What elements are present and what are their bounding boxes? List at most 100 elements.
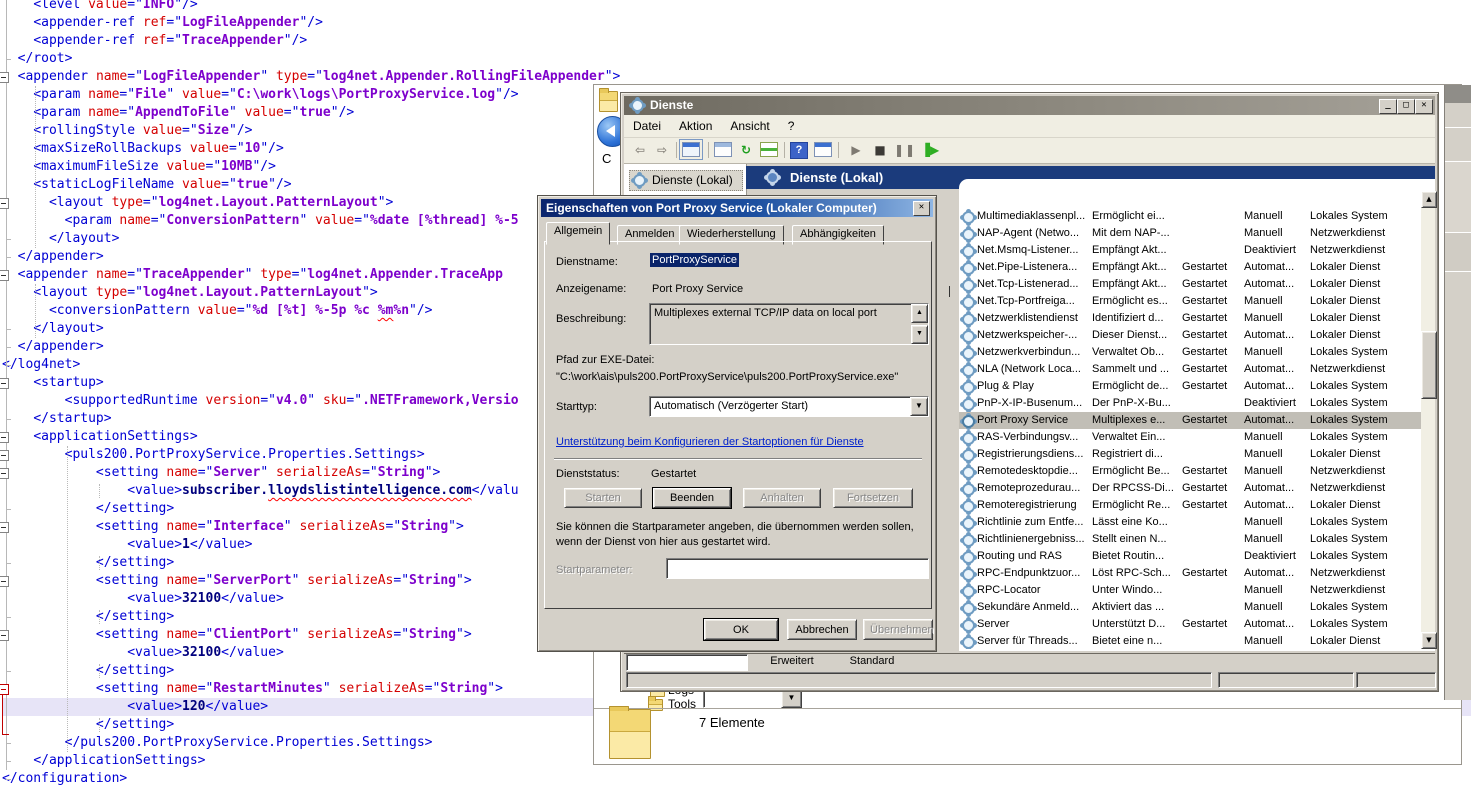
code-fold-toggle-icon[interactable]: [0, 684, 9, 695]
menu-item-?[interactable]: ?: [779, 115, 804, 133]
chevron-down-icon[interactable]: ▼: [910, 397, 928, 416]
service-row[interactable]: Richtlinienergebniss...Stellt einen N...…: [959, 531, 1421, 548]
pause-service-icon[interactable]: ❚❚: [894, 141, 914, 159]
menu-item-datei[interactable]: Datei: [624, 115, 670, 133]
code-fold-toggle-icon[interactable]: [0, 576, 9, 587]
service-row[interactable]: Net.Msmq-Listener...Empfängt Akt...Deakt…: [959, 242, 1421, 259]
code-fold-toggle-icon[interactable]: [0, 72, 9, 83]
scope-item-dienste-lokal[interactable]: Dienste (Lokal): [629, 170, 743, 191]
combo-field[interactable]: [703, 690, 783, 708]
service-row[interactable]: Remoteprozedurau...Der RPCSS-Di...Gestar…: [959, 480, 1421, 497]
menu-item-aktion[interactable]: Aktion: [670, 115, 721, 133]
service-gear-icon: [962, 211, 975, 224]
service-starttype: Automat...: [1244, 327, 1306, 344]
beenden-button[interactable]: Beenden: [653, 488, 731, 508]
service-logon: Lokales System: [1310, 344, 1419, 361]
scroll-up-icon[interactable]: ▲: [911, 304, 928, 323]
tab-erweitert[interactable]: Erweitert: [750, 654, 834, 670]
close-button[interactable]: ✕: [1415, 99, 1433, 114]
back-icon[interactable]: ⇦: [630, 141, 650, 159]
forward-icon[interactable]: ⇨: [652, 141, 672, 159]
service-starttype: Automat...: [1244, 361, 1306, 378]
service-row[interactable]: PnP-X-IP-Busenum...Der PnP-X-Bu...Deakti…: [959, 395, 1421, 412]
service-row[interactable]: Netzwerkspeicher-...Dieser Dienst...Gest…: [959, 327, 1421, 344]
startoptions-link[interactable]: Unterstützung beim Konfigurieren der Sta…: [556, 436, 864, 448]
service-starttype: Automat...: [1244, 565, 1306, 582]
code-fold-toggle-icon[interactable]: [0, 270, 9, 281]
startparameter-input[interactable]: [666, 558, 929, 579]
help-icon[interactable]: ?: [790, 142, 808, 159]
service-name: Netzwerkspeicher-...: [977, 327, 1088, 344]
close-icon[interactable]: ✕: [913, 201, 930, 216]
dialog-tab-allgemein[interactable]: Allgemein: [546, 222, 610, 245]
code-fold-toggle-icon[interactable]: [0, 378, 9, 389]
restart-service-icon[interactable]: ▐▶: [920, 141, 940, 159]
tab-standard[interactable]: Standard: [836, 654, 908, 670]
service-row[interactable]: RPC-LocatorUnter Windo...ManuellNetzwerk…: [959, 582, 1421, 599]
dienstname-value[interactable]: PortProxyService: [650, 254, 739, 266]
filter-field[interactable]: [626, 654, 748, 671]
service-row[interactable]: NetzwerklistendienstIdentifiziert d...Ge…: [959, 310, 1421, 327]
code-fold-toggle-icon[interactable]: [0, 630, 9, 641]
console-tree-icon[interactable]: [682, 142, 700, 157]
code-fold-toggle-icon[interactable]: [0, 468, 9, 479]
scrollbar-thumb[interactable]: [1421, 331, 1437, 399]
service-row[interactable]: ServerUnterstützt D...GestartetAutomat..…: [959, 616, 1421, 633]
scroll-down-icon[interactable]: ▼: [911, 325, 928, 344]
stop-service-icon[interactable]: ■: [870, 141, 890, 159]
bernehmen-button[interactable]: Übernehmen: [863, 619, 933, 640]
start-service-icon[interactable]: ▶: [846, 141, 866, 159]
ok-button[interactable]: OK: [704, 619, 778, 640]
code-line: </root>: [2, 50, 72, 68]
code-fold-toggle-icon[interactable]: [0, 522, 9, 533]
service-description: Empfängt Akt...: [1092, 259, 1178, 276]
service-row[interactable]: Richtlinie zum Entfe...Lässt eine Ko...M…: [959, 514, 1421, 531]
service-row[interactable]: Net.Pipe-Listenera...Empfängt Akt...Gest…: [959, 259, 1421, 276]
properties-icon[interactable]: [714, 142, 732, 157]
services-titlebar[interactable]: Dienste _ □ ✕: [624, 96, 1435, 115]
service-row[interactable]: Routing und RASBietet Routin...Deaktivie…: [959, 548, 1421, 565]
combo-dropdown-button[interactable]: ▼: [781, 690, 802, 708]
service-row[interactable]: RPC-Endpunktzuor...Löst RPC-Sch...Gestar…: [959, 565, 1421, 582]
abbrechen-button[interactable]: Abbrechen: [787, 619, 857, 640]
dialog-titlebar[interactable]: Eigenschaften von Port Proxy Service (Lo…: [541, 199, 933, 217]
starttyp-combobox[interactable]: Automatisch (Verzögerter Start) ▼: [649, 396, 929, 417]
service-row[interactable]: Port Proxy ServiceMultiplexes e...Gestar…: [959, 412, 1421, 429]
beschreibung-box[interactable]: Multiplexes external TCP/IP data on loca…: [649, 303, 929, 345]
service-row[interactable]: RemoteregistrierungErmöglicht Re...Gesta…: [959, 497, 1421, 514]
service-row[interactable]: Net.Tcp-Listenerad...Empfängt Akt...Gest…: [959, 276, 1421, 293]
service-row[interactable]: Netzwerkverbindun...Verwaltet Ob...Gesta…: [959, 344, 1421, 361]
service-row[interactable]: NAP-Agent (Netwo...Mit dem NAP-...Manuel…: [959, 225, 1421, 242]
description-pane-icon[interactable]: [814, 142, 832, 157]
code-fold-toggle-icon[interactable]: [0, 198, 9, 209]
services-table: Multimediaklassenpl...Ermöglicht ei...Ma…: [959, 191, 1421, 649]
export-list-icon[interactable]: [760, 142, 778, 157]
service-row[interactable]: NLA (Network Loca...Sammelt und ...Gesta…: [959, 361, 1421, 378]
menu-item-ansicht[interactable]: Ansicht: [721, 115, 778, 133]
code-line: </configuration>: [2, 770, 127, 787]
service-row[interactable]: Multimediaklassenpl...Ermöglicht ei...Ma…: [959, 208, 1421, 225]
scroll-up-icon[interactable]: ▲: [1421, 191, 1437, 208]
scroll-down-icon[interactable]: ▼: [1421, 632, 1437, 649]
maximize-button[interactable]: □: [1397, 99, 1415, 114]
starttyp-value: Automatisch (Verzögerter Start): [654, 400, 808, 412]
service-status: [1182, 548, 1240, 565]
service-row[interactable]: Registrierungsdiens...Registriert di...M…: [959, 446, 1421, 463]
service-row[interactable]: RAS-Verbindungsv...Verwaltet Ein...Manue…: [959, 429, 1421, 446]
service-row[interactable]: Remotedesktopdie...Ermöglicht Be...Gesta…: [959, 463, 1421, 480]
service-row[interactable]: Server für Threads...Bietet eine n...Man…: [959, 633, 1421, 649]
status-bar: [624, 671, 1435, 689]
refresh-icon[interactable]: ↻: [736, 141, 756, 159]
service-description: Registriert di...: [1092, 446, 1178, 463]
service-gear-icon: [962, 551, 975, 564]
service-description: Verwaltet Ein...: [1092, 429, 1178, 446]
code-fold-toggle-icon[interactable]: [0, 432, 9, 443]
service-row[interactable]: Sekundäre Anmeld...Aktiviert das ...Manu…: [959, 599, 1421, 616]
service-row[interactable]: Net.Tcp-Portfreiga...Ermöglicht es...Ges…: [959, 293, 1421, 310]
minimize-button[interactable]: _: [1379, 99, 1397, 114]
service-row[interactable]: Plug & PlayErmöglicht de...GestartetAuto…: [959, 378, 1421, 395]
list-scrollbar[interactable]: ▲ ▼: [1421, 191, 1435, 649]
code-line: <setting name="RestartMinutes" serialize…: [2, 680, 503, 698]
code-fold-toggle-icon[interactable]: [0, 450, 9, 461]
link-text[interactable]: Unterstützung beim Konfigurieren der Sta…: [556, 436, 864, 448]
